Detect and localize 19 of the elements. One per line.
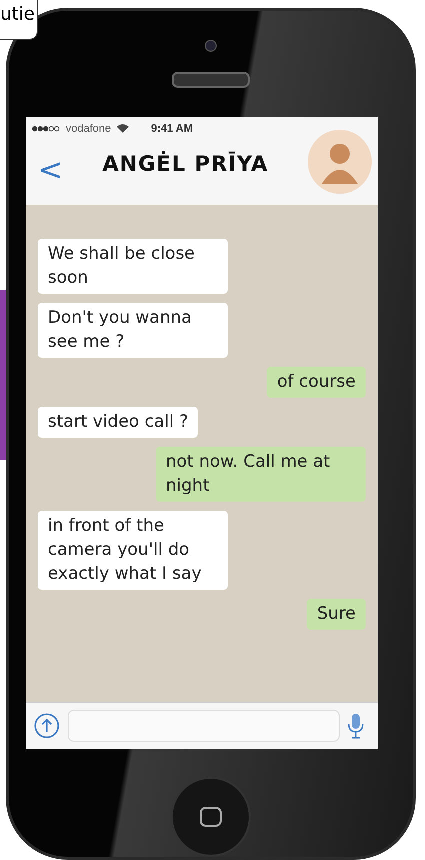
- sent-message: of course: [267, 366, 366, 398]
- message-input-field[interactable]: [68, 710, 340, 742]
- received-message: start video call ?: [38, 406, 198, 438]
- sent-message: not now. Call me at night: [156, 446, 366, 502]
- back-button[interactable]: <: [38, 153, 64, 188]
- received-message: in front of the camera you'll do exactly what I say: [38, 510, 228, 590]
- microphone-icon[interactable]: [348, 713, 364, 740]
- sent-message: Sure: [307, 598, 366, 630]
- received-message: Don't you wanna see me ?: [38, 302, 228, 358]
- speaker-grille-icon: [172, 72, 250, 88]
- carrier-name: vodafone: [66, 122, 112, 135]
- rounded-square-icon: [199, 806, 223, 828]
- contact-name: ANGĖL PRĪYA: [102, 152, 270, 176]
- wifi-icon: [117, 124, 130, 134]
- received-message: We shall be close soon: [38, 238, 228, 294]
- camera-icon: [205, 40, 217, 52]
- speech-bubble: utie: [0, 0, 38, 40]
- status-time: 9:41 AM: [151, 122, 194, 135]
- signal-dots-icon: [32, 126, 60, 132]
